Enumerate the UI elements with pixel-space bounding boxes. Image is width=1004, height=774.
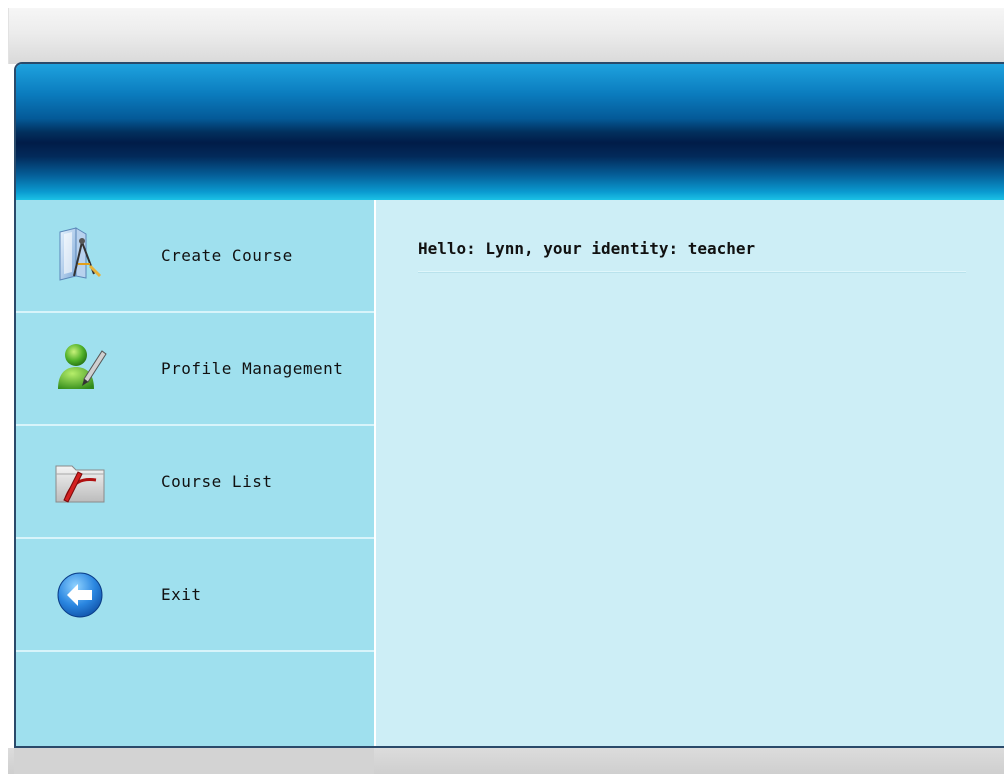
sidebar-item-profile-management[interactable]: Profile Management [16, 313, 374, 426]
greeting-divider [418, 271, 966, 273]
sidebar-item-label: Exit [161, 585, 202, 604]
sidebar-item-exit[interactable]: Exit [16, 539, 374, 652]
app-frame: Create Course Profile Management Course … [14, 62, 1004, 748]
main-content: Hello: Lynn, your identity: teacher [376, 200, 1004, 746]
page: Create Course Profile Management Course … [0, 0, 1004, 774]
sidebar-item-label: Profile Management [161, 359, 344, 378]
course-list-icon [52, 452, 108, 508]
bottom-status-strip [8, 748, 1004, 774]
sidebar-item-label: Course List [161, 472, 273, 491]
create-course-icon [52, 226, 108, 282]
bottom-strip-left [14, 748, 374, 774]
header-banner [16, 64, 1004, 200]
greeting-text: Hello: Lynn, your identity: teacher [418, 239, 756, 258]
sidebar-item-course-list[interactable]: Course List [16, 426, 374, 539]
sidebar-item-create-course[interactable]: Create Course [16, 200, 374, 313]
sidebar-menu: Create Course Profile Management Course … [16, 200, 376, 746]
sidebar-item-label: Create Course [161, 246, 293, 265]
exit-arrow-icon [52, 565, 108, 621]
top-toolbar-strip [8, 8, 1004, 64]
profile-management-icon [52, 339, 108, 395]
